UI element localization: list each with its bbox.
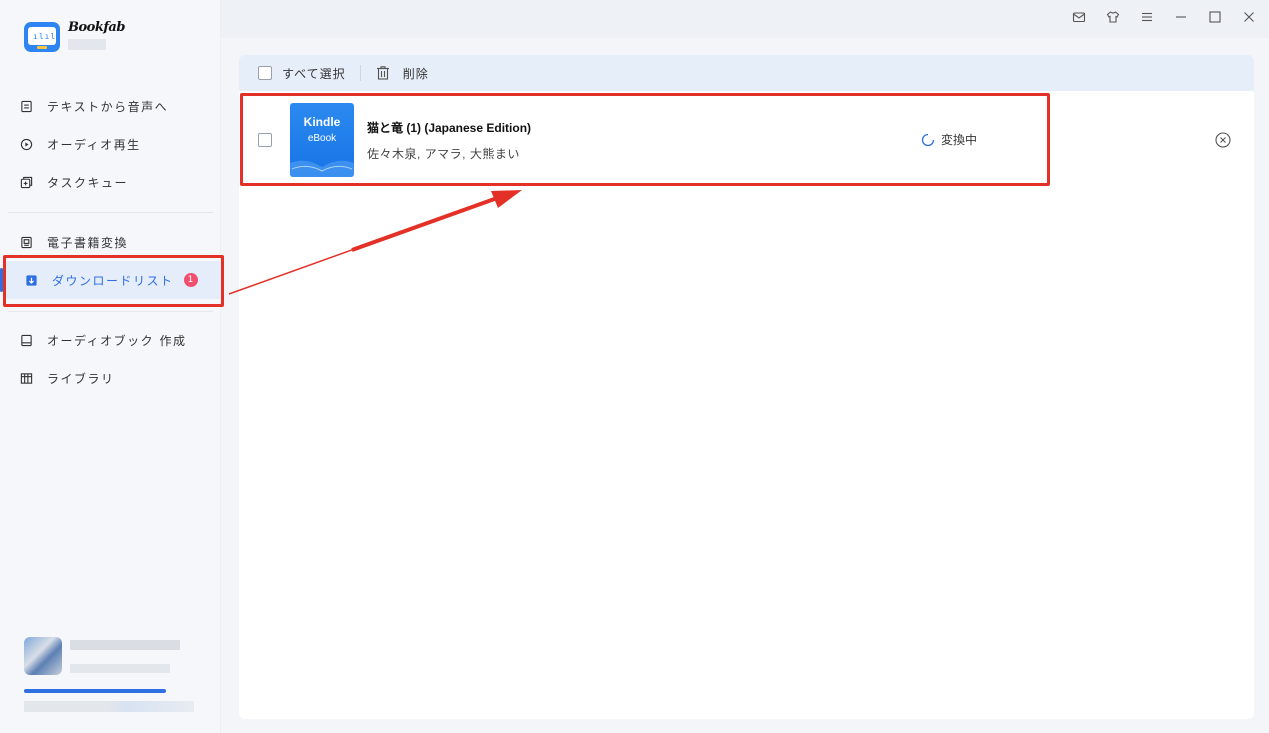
library-icon (19, 371, 33, 385)
sidebar-item-audiobook-creation[interactable]: オーディオブック 作成 (0, 321, 221, 359)
sidebar-item-text-to-speech[interactable]: テキストから音声へ (0, 87, 221, 125)
sidebar-item-label: テキストから音声へ (47, 99, 169, 114)
app-subtitle-blurred (68, 39, 106, 50)
select-all-label[interactable]: すべて選択 (282, 65, 346, 82)
delete-button[interactable]: 削除 (403, 65, 429, 82)
mail-icon[interactable] (1069, 7, 1089, 27)
minimize-icon[interactable] (1171, 7, 1191, 27)
select-all-checkbox[interactable] (258, 66, 272, 80)
list-toolbar: すべて選択 削除 (239, 55, 1254, 91)
close-icon[interactable] (1239, 7, 1259, 27)
audiobook-icon (19, 333, 33, 347)
annotation-highlight-row (240, 93, 1050, 186)
sidebar: ılıl Bookfab テキストから音声へ オーディオ再生 タスクキュー 電子… (0, 0, 223, 733)
sidebar-item-label: タスクキュー (47, 175, 129, 190)
menu-icon[interactable] (1137, 7, 1157, 27)
document-icon (19, 99, 33, 113)
maximize-icon[interactable] (1205, 7, 1225, 27)
annotation-highlight-nav (3, 255, 224, 307)
app-name: Bookfab (68, 20, 125, 35)
toolbar-separator (359, 65, 361, 81)
user-name-blurred (70, 640, 180, 650)
sidebar-item-label: 電子書籍変換 (47, 235, 129, 250)
title-bar (221, 0, 1269, 38)
play-circle-icon (19, 137, 33, 151)
account-info-blurred (24, 701, 194, 712)
sidebar-item-task-queue[interactable]: タスクキュー (0, 163, 221, 201)
trash-icon[interactable] (375, 65, 391, 81)
sidebar-item-label: オーディオブック 作成 (47, 333, 187, 348)
sidebar-item-label: オーディオ再生 (47, 137, 141, 152)
remove-item-icon[interactable] (1214, 131, 1232, 149)
task-queue-icon (19, 175, 33, 189)
sidebar-item-library[interactable]: ライブラリ (0, 359, 221, 397)
sidebar-divider (8, 212, 213, 213)
ebook-convert-icon (19, 235, 33, 249)
account-progress-bar (24, 689, 166, 693)
app-logo-icon: ılıl (24, 22, 60, 52)
avatar[interactable] (24, 637, 62, 675)
sidebar-divider (8, 311, 213, 312)
sidebar-item-audio-playback[interactable]: オーディオ再生 (0, 125, 221, 163)
sidebar-item-label: ライブラリ (47, 371, 115, 386)
user-info-blurred (70, 664, 170, 673)
shirt-icon[interactable] (1103, 7, 1123, 27)
